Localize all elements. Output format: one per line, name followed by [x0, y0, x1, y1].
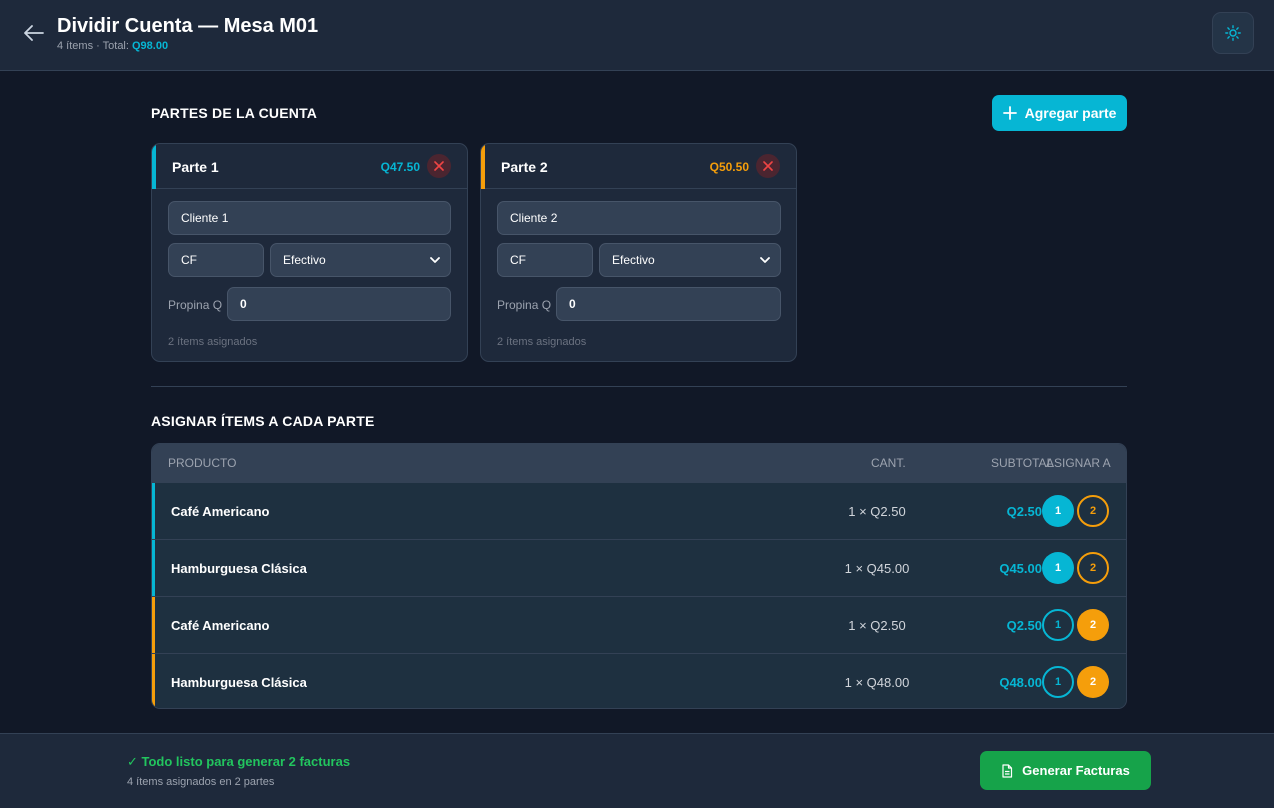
- product-name: Hamburguesa Clásica: [171, 561, 307, 576]
- add-part-label: Agregar parte: [1024, 105, 1117, 121]
- items-section-title: ASIGNAR ÍTEMS A CADA PARTE: [151, 413, 375, 429]
- part-card-2: Parte 2 Q50.50 Cliente 2 CF Efectivo Pro…: [480, 143, 797, 362]
- remove-part-button[interactable]: [756, 154, 780, 178]
- document-icon: [1002, 763, 1013, 778]
- part-card-header: Parte 2 Q50.50: [481, 144, 796, 189]
- part-name: Parte 2: [501, 159, 548, 175]
- product-name: Hamburguesa Clásica: [171, 675, 307, 690]
- assign-part-2-button[interactable]: 2: [1077, 666, 1109, 698]
- product-quantity: 1 × Q2.50: [848, 618, 906, 633]
- payment-method-select[interactable]: Efectivo: [599, 243, 781, 277]
- generate-invoices-label: Generar Facturas: [1022, 763, 1130, 778]
- theme-toggle-button[interactable]: [1212, 12, 1254, 54]
- part-card-1: Parte 1 Q47.50 Cliente 1 CF Efectivo Pro…: [151, 143, 468, 362]
- table-row: Hamburguesa Clásica 1 × Q48.00 Q48.00 1 2: [152, 653, 1126, 708]
- bottom-bar: ✓ Todo listo para generar 2 facturas 4 í…: [0, 733, 1274, 808]
- client-name-input[interactable]: Cliente 2: [497, 201, 781, 235]
- product-name: Café Americano: [171, 618, 270, 633]
- close-icon: [434, 161, 444, 171]
- ready-status: ✓ Todo listo para generar 2 facturas: [127, 754, 351, 769]
- row-assignment-color: [152, 540, 155, 596]
- assign-part-1-button[interactable]: 1: [1042, 552, 1074, 584]
- tip-input[interactable]: 0: [227, 287, 451, 321]
- section-divider: [151, 386, 1127, 387]
- back-button[interactable]: [22, 22, 46, 44]
- page-subtitle: 4 ítems · Total: Q98.00: [57, 40, 168, 52]
- arrow-left-icon: [24, 25, 44, 41]
- payment-method-value: Efectivo: [283, 253, 326, 267]
- product-subtotal: Q2.50: [1006, 618, 1042, 633]
- tip-input[interactable]: 0: [556, 287, 781, 321]
- tip-label: Propina Q: [168, 298, 223, 312]
- payment-method-select[interactable]: Efectivo: [270, 243, 451, 277]
- table-header: PRODUCTO CANT. SUBTOTAL ASIGNAR A: [152, 444, 1126, 482]
- items-table: PRODUCTO CANT. SUBTOTAL ASIGNAR A Café A…: [151, 443, 1127, 709]
- row-assignment-color: [152, 654, 155, 708]
- product-quantity: 1 × Q2.50: [848, 504, 906, 519]
- product-subtotal: Q45.00: [999, 561, 1042, 576]
- assign-part-2-button[interactable]: 2: [1077, 609, 1109, 641]
- generate-invoices-button[interactable]: Generar Facturas: [980, 751, 1151, 790]
- part-total: Q47.50: [380, 160, 420, 174]
- product-subtotal: Q2.50: [1006, 504, 1042, 519]
- chevron-down-icon: [760, 257, 770, 263]
- page-title: Dividir Cuenta — Mesa M01: [57, 15, 319, 37]
- product-name: Café Americano: [171, 504, 270, 519]
- assign-part-2-button[interactable]: 2: [1077, 495, 1109, 527]
- top-bar: Dividir Cuenta — Mesa M01 4 ítems · Tota…: [0, 0, 1274, 71]
- product-quantity: 1 × Q48.00: [844, 675, 910, 690]
- part-color-bar: [152, 144, 156, 189]
- assign-part-1-button[interactable]: 1: [1042, 495, 1074, 527]
- product-quantity: 1 × Q45.00: [844, 561, 910, 576]
- row-assignment-color: [152, 597, 155, 653]
- total-amount: Q98.00: [132, 40, 169, 52]
- column-header-subtotal: SUBTOTAL: [991, 456, 1054, 470]
- part-card-header: Parte 1 Q47.50: [152, 144, 467, 189]
- column-header-qty: CANT.: [871, 456, 906, 470]
- assign-part-2-button[interactable]: 2: [1077, 552, 1109, 584]
- sun-icon: [1225, 25, 1241, 41]
- assign-part-1-button[interactable]: 1: [1042, 609, 1074, 641]
- add-part-button[interactable]: Agregar parte: [992, 95, 1127, 131]
- close-icon: [763, 161, 773, 171]
- items-count: 4 ítems · Total:: [57, 40, 129, 52]
- chevron-down-icon: [430, 257, 440, 263]
- row-assignment-color: [152, 483, 155, 539]
- part-color-bar: [481, 144, 485, 189]
- part-name: Parte 1: [172, 159, 219, 175]
- client-name-input[interactable]: Cliente 1: [168, 201, 451, 235]
- plus-icon: [1002, 106, 1017, 120]
- tip-label: Propina Q: [497, 298, 552, 312]
- table-row: Café Americano 1 × Q2.50 Q2.50 1 2: [152, 596, 1126, 653]
- assignment-summary: 4 ítems asignados en 2 partes: [127, 776, 275, 788]
- assigned-items-count: 2 ítems asignados: [497, 336, 587, 348]
- assigned-items-count: 2 ítems asignados: [168, 336, 258, 348]
- remove-part-button[interactable]: [427, 154, 451, 178]
- product-subtotal: Q48.00: [999, 675, 1042, 690]
- nit-input[interactable]: CF: [168, 243, 264, 277]
- column-header-product: PRODUCTO: [168, 456, 237, 470]
- assign-part-1-button[interactable]: 1: [1042, 666, 1074, 698]
- part-total: Q50.50: [709, 160, 749, 174]
- table-row: Café Americano 1 × Q2.50 Q2.50 1 2: [152, 482, 1126, 539]
- payment-method-value: Efectivo: [612, 253, 655, 267]
- nit-input[interactable]: CF: [497, 243, 593, 277]
- table-row: Hamburguesa Clásica 1 × Q45.00 Q45.00 1 2: [152, 539, 1126, 596]
- parts-section-title: PARTES DE LA CUENTA: [151, 105, 318, 121]
- column-header-assign: ASIGNAR A: [1046, 456, 1111, 470]
